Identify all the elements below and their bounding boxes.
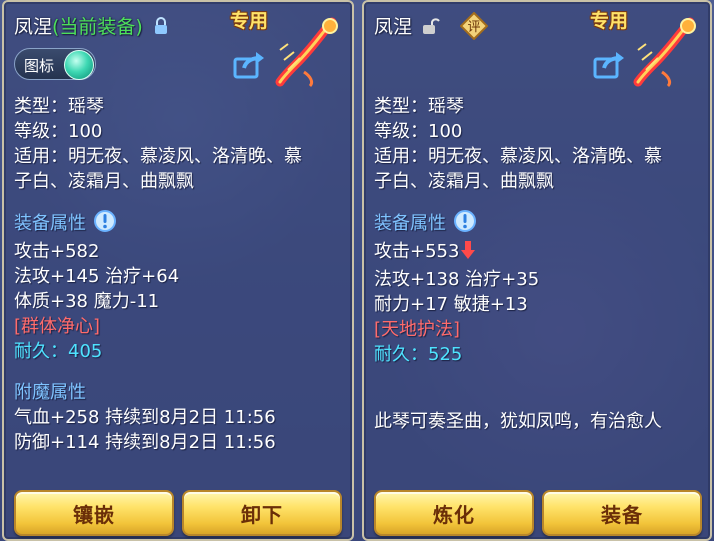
icon-toggle[interactable]: 图标: [14, 48, 96, 80]
attributes-title: 装备属性: [14, 213, 86, 234]
enchant-heading: 附魔属性: [14, 382, 86, 403]
exclusive-tag: 专用: [230, 10, 269, 32]
exclusive-tag: 专用: [590, 10, 629, 32]
item-details: 类型：瑶琴 等级：100 适用：明无夜、慕凌风、洛清晚、慕 子白、凌霜月、曲飘飘…: [14, 94, 344, 455]
attr-line: 体质+38 魔力-11: [14, 291, 160, 312]
attack-value: 攻击+553: [374, 241, 460, 262]
attr-line: 耐力+17 敏捷+13: [374, 294, 528, 315]
durability-line: 耐久：405: [14, 339, 344, 364]
item-name: 凤涅: [374, 16, 413, 38]
attributes-title: 装备属性: [374, 213, 446, 234]
rating-badge-icon[interactable]: 评: [460, 12, 488, 40]
attr-line: 攻击+553: [374, 239, 702, 267]
item-title: 凤涅: [374, 12, 440, 40]
attr-line: 法攻+145 治疗+64: [14, 266, 180, 287]
item-title: 凤涅(当前装备): [14, 12, 169, 40]
usable-line-1: 适用：明无夜、慕凌风、洛清晚、慕: [374, 146, 662, 167]
type-line: 类型：瑶琴: [374, 96, 464, 117]
attr-line: 法攻+138 治疗+35: [374, 269, 540, 290]
durability-line: 耐久：525: [374, 342, 702, 367]
toggle-knob: [64, 50, 94, 80]
item-details: 类型：瑶琴 等级：100 适用：明无夜、慕凌风、洛清晚、慕 子白、凌霜月、曲飘飘…: [374, 94, 702, 434]
compare-equipment-panel: 凤涅 评 专用 类型：瑶琴 等级：100 适用：明无夜、慕凌风、洛清晚、慕 子白…: [362, 0, 712, 541]
usable-line-2: 子白、凌霜月、曲飘飘: [14, 171, 194, 192]
share-icon[interactable]: [232, 50, 266, 80]
info-icon[interactable]: [453, 210, 476, 239]
toggle-label: 图标: [24, 57, 55, 75]
enchant-line: 气血+258 持续到8月2日 11:56: [14, 407, 276, 428]
type-line: 类型：瑶琴: [14, 96, 104, 117]
current-equipment-panel: 凤涅(当前装备) 专用 图标 类型：瑶琴 等级：100 适用：明无夜、慕凌风、洛…: [2, 0, 354, 541]
attr-line: 攻击+582: [14, 241, 100, 262]
zither-item-icon: [275, 17, 338, 88]
rating-badge-text: 评: [467, 20, 480, 35]
durability-value: 525: [428, 344, 463, 365]
level-line: 等级：100: [14, 121, 103, 142]
durability-value: 405: [68, 341, 103, 362]
enchant-line: 防御+114 持续到8月2日 11:56: [14, 432, 276, 453]
usable-line-1: 适用：明无夜、慕凌风、洛清晚、慕: [14, 146, 302, 167]
attributes-heading: 装备属性: [374, 210, 702, 239]
usable-line-2: 子白、凌霜月、曲飘飘: [374, 171, 554, 192]
item-description: 此琴可奏圣曲，犹如凤鸣，有治愈人: [374, 411, 662, 432]
durability-label: 耐久：: [374, 344, 428, 365]
equip-button[interactable]: 装备: [542, 490, 702, 536]
attributes-heading: 装备属性: [14, 210, 344, 239]
down-arrow-icon: [460, 240, 476, 267]
refine-button[interactable]: 炼化: [374, 490, 534, 536]
item-name: 凤涅: [14, 16, 53, 38]
skill-line: [群体净心]: [14, 316, 101, 337]
lock-icon[interactable]: [153, 17, 169, 40]
zither-item-icon: [633, 17, 696, 88]
current-equip-label: (当前装备): [52, 16, 143, 38]
skill-line: [天地护法]: [374, 319, 461, 340]
inlay-button[interactable]: 镶嵌: [14, 490, 174, 536]
unequip-button[interactable]: 卸下: [182, 490, 342, 536]
durability-label: 耐久：: [14, 341, 68, 362]
info-icon[interactable]: [93, 210, 116, 239]
share-icon[interactable]: [592, 50, 626, 80]
unlock-icon[interactable]: [422, 17, 440, 40]
level-line: 等级：100: [374, 121, 463, 142]
